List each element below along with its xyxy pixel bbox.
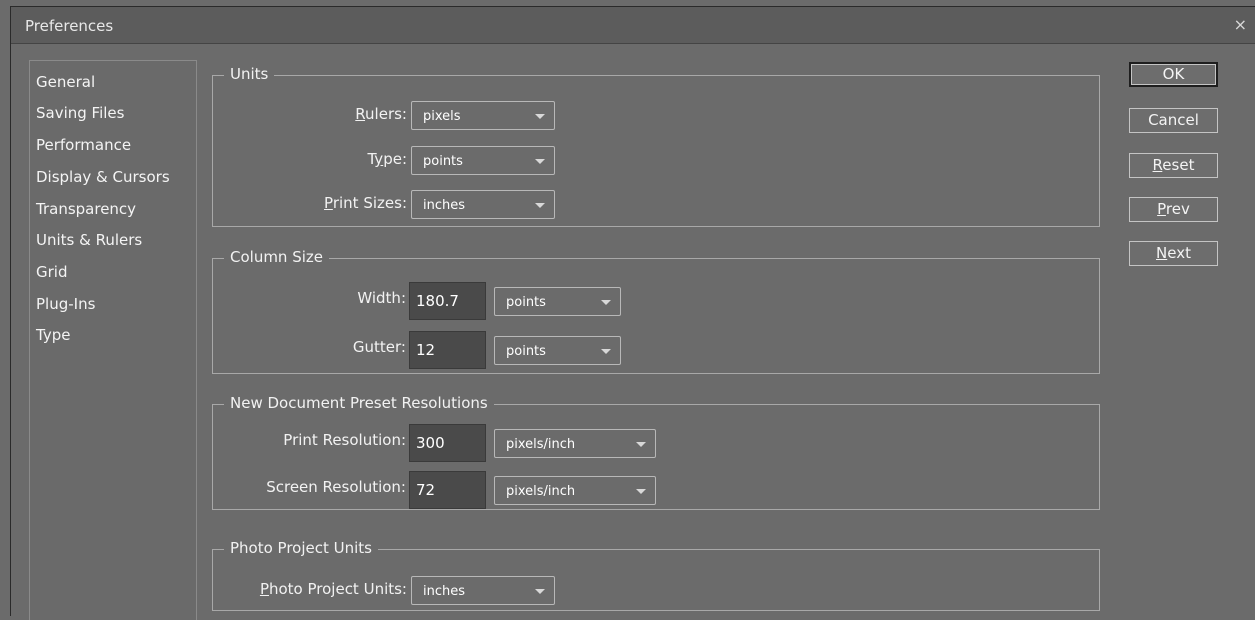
- title-bar: Preferences ×: [11, 7, 1255, 44]
- units-group: Units Rulers: pixels Type: points Print …: [212, 65, 1100, 227]
- sidebar-item-display-cursors[interactable]: Display & Cursors: [36, 168, 170, 186]
- sidebar-item-saving-files[interactable]: Saving Files: [36, 104, 124, 122]
- sidebar-item-transparency[interactable]: Transparency: [36, 200, 136, 218]
- sidebar-item-general[interactable]: General: [36, 73, 95, 91]
- print-resolution-label: Print Resolution:: [283, 431, 406, 449]
- rulers-select[interactable]: pixels: [411, 101, 555, 130]
- preferences-sidebar: General Saving Files Performance Display…: [29, 60, 197, 620]
- units-group-label: Units: [224, 65, 275, 83]
- column-size-group: Column Size Width: points Gutter: points: [212, 248, 1100, 374]
- width-unit-select[interactable]: points: [494, 287, 621, 316]
- next-button[interactable]: Next: [1129, 241, 1218, 266]
- chevron-down-icon: [535, 203, 545, 208]
- photo-project-units-select[interactable]: inches: [411, 576, 555, 605]
- preferences-dialog: Preferences × General Saving Files Perfo…: [10, 6, 1255, 620]
- print-sizes-select[interactable]: inches: [411, 190, 555, 219]
- column-size-group-label: Column Size: [224, 248, 330, 266]
- print-resolution-unit-select[interactable]: pixels/inch: [494, 429, 656, 458]
- print-sizes-label: Print Sizes:: [324, 194, 407, 212]
- sidebar-item-plug-ins[interactable]: Plug-Ins: [36, 295, 95, 313]
- chevron-down-icon: [636, 442, 646, 447]
- new-document-preset-group-label: New Document Preset Resolutions: [224, 394, 494, 412]
- photo-project-units-label: Photo Project Units:: [259, 580, 407, 598]
- chevron-down-icon: [601, 349, 611, 354]
- sidebar-item-performance[interactable]: Performance: [36, 136, 131, 154]
- gutter-label: Gutter:: [352, 338, 406, 356]
- screen-resolution-unit-select[interactable]: pixels/inch: [494, 476, 656, 505]
- type-select[interactable]: points: [411, 146, 555, 175]
- chevron-down-icon: [535, 114, 545, 119]
- chevron-down-icon: [636, 489, 646, 494]
- sidebar-item-grid[interactable]: Grid: [36, 263, 67, 281]
- window-title: Preferences: [25, 17, 114, 35]
- new-document-preset-group: New Document Preset Resolutions Print Re…: [212, 394, 1100, 510]
- sidebar-item-units-rulers[interactable]: Units & Rulers: [36, 231, 142, 249]
- close-icon[interactable]: ×: [1234, 15, 1247, 34]
- print-resolution-input[interactable]: [409, 424, 486, 462]
- rulers-label: Rulers:: [355, 105, 407, 123]
- ok-button[interactable]: OK: [1129, 62, 1218, 87]
- gutter-input[interactable]: [409, 331, 486, 369]
- screen-resolution-input[interactable]: [409, 471, 486, 509]
- type-label: Type:: [367, 150, 407, 168]
- photo-project-units-group-label: Photo Project Units: [224, 539, 378, 557]
- width-input[interactable]: [409, 282, 486, 320]
- screen-resolution-label: Screen Resolution:: [266, 478, 406, 496]
- width-label: Width:: [357, 289, 406, 307]
- reset-button[interactable]: Reset: [1129, 153, 1218, 178]
- gutter-unit-select[interactable]: points: [494, 336, 621, 365]
- photo-project-units-group: Photo Project Units Photo Project Units:…: [212, 539, 1100, 611]
- chevron-down-icon: [601, 300, 611, 305]
- prev-button[interactable]: Prev: [1129, 197, 1218, 222]
- sidebar-item-type[interactable]: Type: [36, 326, 70, 344]
- chevron-down-icon: [535, 159, 545, 164]
- chevron-down-icon: [535, 589, 545, 594]
- cancel-button[interactable]: Cancel: [1129, 108, 1218, 133]
